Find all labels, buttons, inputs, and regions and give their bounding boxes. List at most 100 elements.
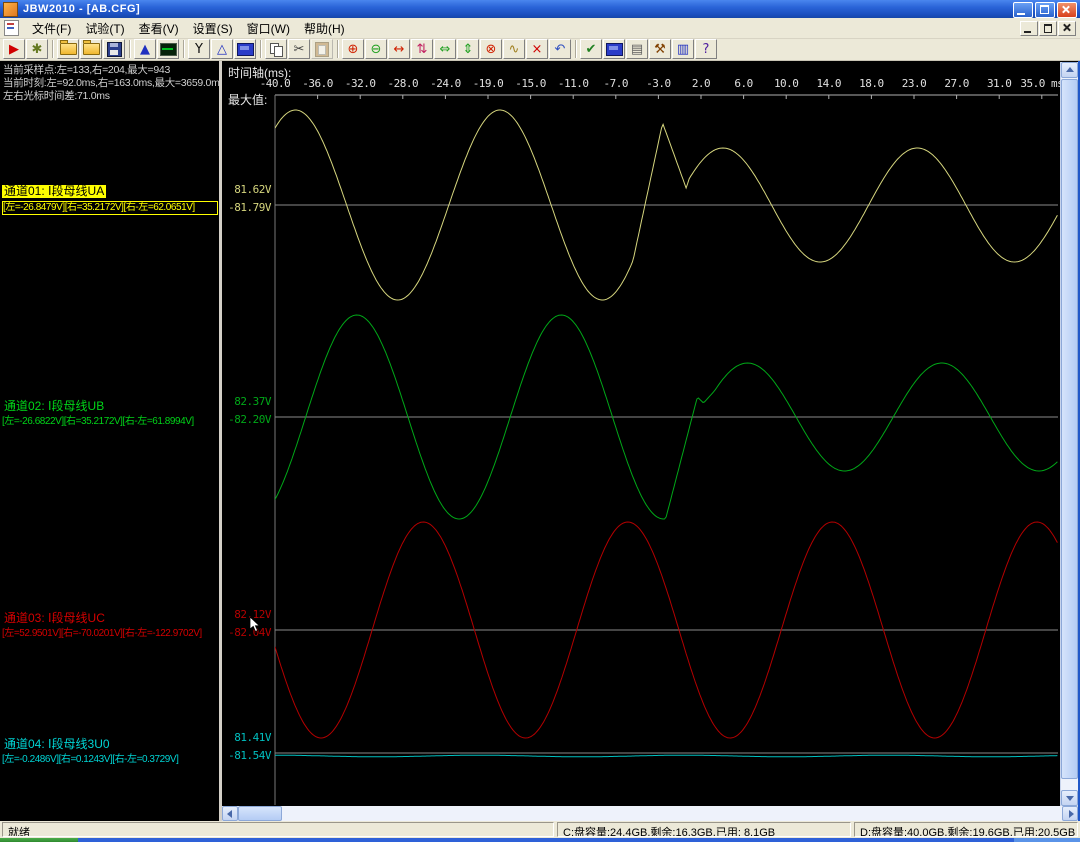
screen-layout-icon — [236, 42, 254, 56]
toolbar-separator — [183, 40, 185, 58]
toolbar-button-vector-diagram[interactable]: ▲ — [134, 39, 156, 59]
channel-values-03: [左=52.9501V][右=-70.0201V][右-左=-122.9702V… — [2, 628, 202, 639]
toolbar-button-time-expand[interactable]: ↔ — [388, 39, 410, 59]
taskbar-tray — [1014, 838, 1080, 842]
toolbar-button-delta-connection[interactable]: △ — [211, 39, 233, 59]
toolbar-button-y-connection[interactable]: Y — [188, 39, 210, 59]
toolbar-button-open-waveform[interactable] — [57, 39, 79, 59]
taskbar-strip — [0, 838, 1080, 842]
info-line-0: 当前采样点:左=133,右=204,最大=943 — [3, 64, 171, 76]
menu-item-file[interactable]: 文件(F) — [25, 18, 78, 39]
h-stretch-icon: ⇔ — [439, 41, 451, 57]
toolbar-button-undo[interactable]: ↶ — [549, 39, 571, 59]
scale-neg-04: -81.54V — [228, 749, 271, 762]
channel-label-02[interactable]: 通道02: Ⅰ段母线UB — [2, 400, 106, 413]
toolbar-button-data-table[interactable]: ▥ — [672, 39, 694, 59]
scale-neg-02: -82.20V — [228, 413, 271, 426]
undo-icon: ↶ — [554, 41, 566, 57]
toolbar-button-zoom-in[interactable]: ⊕ — [342, 39, 364, 59]
toolbar-button-open-config[interactable] — [80, 39, 102, 59]
toolbar-button-h-stretch[interactable]: ⇔ — [434, 39, 456, 59]
max-value-label: 最大值: — [228, 93, 268, 107]
delta-connection-icon: △ — [217, 41, 227, 57]
help-icon: ? — [702, 41, 710, 57]
vector-diagram-icon: ▲ — [140, 41, 150, 57]
toolbar-separator — [337, 40, 339, 58]
toolbar-button-wave-measure[interactable]: ∿ — [503, 39, 525, 59]
waveform-plot — [274, 94, 1058, 805]
zoom-in-icon: ⊕ — [347, 41, 359, 57]
menu-item-window[interactable]: 窗口(W) — [240, 18, 297, 39]
start-button-sliver[interactable] — [0, 838, 78, 842]
open-config-icon — [82, 40, 100, 55]
toolbar-button-channel-arrows[interactable]: ⇅ — [411, 39, 433, 59]
toolbar-button-v-stretch[interactable]: ⇕ — [457, 39, 479, 59]
menu-item-help[interactable]: 帮助(H) — [297, 18, 352, 39]
status-disk-c: C:盘容量:24.4GB,剩余:16.3GB,已用: 8.1GB — [557, 822, 851, 837]
toolbar-button-waveform-window[interactable] — [157, 39, 179, 59]
toolbar-button-save-file[interactable] — [103, 39, 125, 59]
horizontal-scrollbar[interactable] — [222, 806, 1078, 821]
time-axis-ticks: -40.0 -36.0 -32.0 -28.0 -24.0 -19.0 -15.0 -11.0… — [222, 77, 1078, 90]
window-title: JBW2010 - [AB.CFG] — [23, 3, 141, 15]
channel-info-panel: 当前采样点:左=133,右=204,最大=943 当前时刻:左=92.0ms,右=… — [0, 61, 219, 821]
cursor-info: 当前采样点:左=133,右=204,最大=943 当前时刻:左=92.0ms,右=… — [3, 64, 219, 103]
window-controls — [1013, 2, 1077, 18]
edit-confirm-icon: ✔ — [585, 41, 597, 57]
toolbar-button-paste — [311, 39, 333, 59]
horizontal-scroll-thumb[interactable] — [238, 806, 282, 821]
mdi-restore-button[interactable] — [1039, 21, 1057, 36]
toolbar-button-reset-view[interactable]: ⊗ — [480, 39, 502, 59]
toolbar-button-delete-mark[interactable]: × — [526, 39, 548, 59]
minimize-button[interactable] — [1013, 2, 1033, 18]
mdi-close-button[interactable] — [1058, 21, 1076, 36]
close-button[interactable] — [1057, 2, 1077, 18]
channel-label-03[interactable]: 通道03: Ⅰ段母线UC — [2, 612, 107, 625]
mdi-minimize-button[interactable] — [1020, 21, 1038, 36]
channel-label-01[interactable]: 通道01: Ⅰ段母线UA — [2, 185, 107, 198]
toolbar-button-monitor-view[interactable] — [603, 39, 625, 59]
tools-hammer-icon: ⚒ — [654, 41, 666, 57]
waveform-window-icon — [159, 42, 177, 56]
scroll-left-button[interactable] — [222, 806, 238, 821]
settings-gears-icon: ✱ — [31, 41, 43, 57]
toolbar-button-copy[interactable] — [265, 39, 287, 59]
reset-view-icon: ⊗ — [485, 41, 497, 57]
print-page-icon: ▤ — [630, 41, 644, 57]
toolbar-button-zoom-out[interactable]: ⊖ — [365, 39, 387, 59]
open-waveform-icon — [59, 40, 77, 55]
paste-icon — [315, 41, 329, 57]
copy-icon — [269, 42, 283, 57]
scroll-down-button[interactable] — [1061, 790, 1078, 806]
toolbar-button-print-page[interactable]: ▤ — [626, 39, 648, 59]
toolbar-button-cut[interactable]: ✂ — [288, 39, 310, 59]
channel-values-04: [左=-0.2486V][右=0.1243V][右-左=0.3729V] — [2, 754, 179, 765]
scroll-up-button[interactable] — [1061, 62, 1078, 78]
scale-neg-01: -81.79V — [228, 201, 271, 214]
scale-neg-03: -82.04V — [228, 626, 271, 639]
title-bar: JBW2010 - [AB.CFG] — [0, 0, 1080, 18]
toolbar-button-start-test[interactable]: ▶ — [3, 39, 25, 59]
zoom-out-icon: ⊖ — [370, 41, 382, 57]
start-test-icon: ▶ — [9, 41, 19, 57]
cut-icon: ✂ — [293, 41, 305, 57]
toolbar-button-tools-hammer[interactable]: ⚒ — [649, 39, 671, 59]
channel-label-04[interactable]: 通道04: Ⅰ段母线3U0 — [2, 738, 112, 751]
channel-values-02: [左=-26.6822V][右=35.2172V][右-左=61.8994V] — [2, 416, 194, 427]
channel-block-04: 通道04: Ⅰ段母线3U0 [左=-0.2486V][右=0.1243V][右-左… — [2, 735, 218, 766]
scroll-right-button[interactable] — [1062, 806, 1078, 821]
toolbar-button-edit-confirm[interactable]: ✔ — [580, 39, 602, 59]
mouse-cursor — [249, 616, 261, 638]
menu-item-view[interactable]: 查看(V) — [132, 18, 186, 39]
vertical-scroll-thumb[interactable] — [1061, 79, 1078, 779]
menu-item-test[interactable]: 试验(T) — [78, 18, 131, 39]
vertical-scrollbar[interactable] — [1060, 62, 1078, 806]
menu-item-settings[interactable]: 设置(S) — [186, 18, 240, 39]
delete-mark-icon: × — [531, 41, 543, 57]
toolbar-button-settings-gears[interactable]: ✱ — [26, 39, 48, 59]
toolbar-button-help[interactable]: ? — [695, 39, 717, 59]
restore-button[interactable] — [1035, 2, 1055, 18]
monitor-view-icon — [605, 42, 623, 56]
toolbar-button-screen-layout[interactable] — [234, 39, 256, 59]
status-ready: 就绪 — [2, 822, 554, 837]
